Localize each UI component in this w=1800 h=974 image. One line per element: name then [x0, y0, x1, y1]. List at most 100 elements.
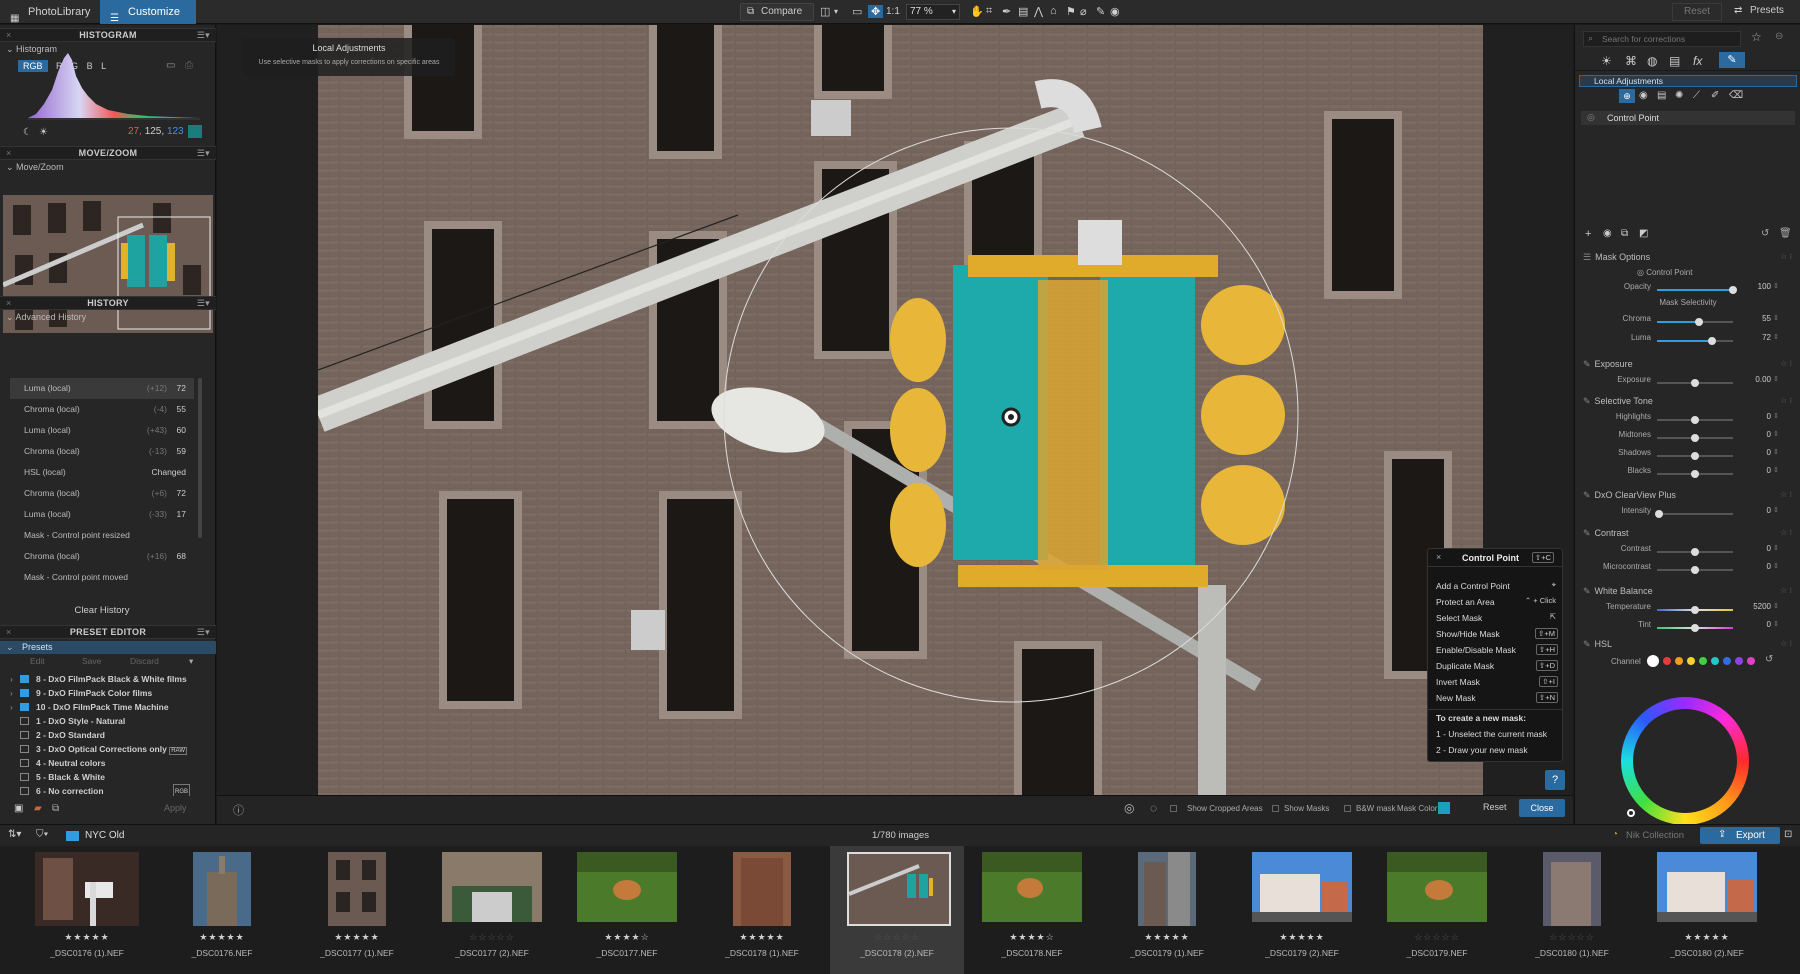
film-thumbnail[interactable]: ★★★★★ _DSC0176 (1).NEF [20, 846, 154, 974]
color-icon[interactable]: ⌘ [1625, 54, 1637, 68]
channel-orange-swatch[interactable] [1675, 657, 1683, 665]
line-tool-icon[interactable]: ⟋ [1693, 90, 1700, 101]
slider-value[interactable]: 55 [1745, 314, 1771, 323]
slider-knob[interactable] [1691, 624, 1699, 632]
popup-row[interactable]: Protect an Area ⌃ + Click [1436, 596, 1558, 607]
slider-value[interactable]: 0 [1745, 544, 1771, 553]
reset-button[interactable]: Reset [1672, 3, 1722, 21]
slider-track[interactable] [1657, 416, 1733, 424]
slider-value[interactable]: 5200 [1745, 602, 1771, 611]
history-subheader[interactable]: ⌄ Advanced History [6, 312, 86, 323]
crop-icon[interactable]: ⌗ [986, 5, 992, 18]
preset-folder-icon[interactable]: ▰ [34, 803, 42, 814]
star-rating[interactable]: ★★★★☆ [560, 932, 694, 943]
tab-photolibrary[interactable]: ▦ PhotoLibrary [0, 0, 100, 24]
film-thumbnail[interactable]: ★★★★★ _DSC0179 (1).NEF [1100, 846, 1234, 974]
apply-button[interactable]: Apply [164, 803, 187, 813]
slider-knob[interactable] [1691, 416, 1699, 424]
pen-tool-icon[interactable]: ✐ [1711, 90, 1719, 101]
duplicate-icon[interactable]: ⧉ [1621, 228, 1628, 239]
history-item[interactable]: Chroma (local) (-4) 55 [10, 399, 194, 420]
add-icon[interactable]: + [1585, 228, 1591, 240]
show-masks-checkbox[interactable] [1272, 805, 1279, 812]
close-button[interactable]: Close [1519, 799, 1565, 817]
stepper-icon[interactable]: ⇕ [1773, 506, 1779, 514]
slider-knob[interactable] [1691, 452, 1699, 460]
contrast-slider[interactable]: Contrast 0 ⇕ [1575, 544, 1800, 561]
eraser-tool-icon[interactable]: ⌫ [1729, 90, 1743, 101]
local-adjustments-tab[interactable]: ✎ [1719, 52, 1745, 68]
popup-row[interactable]: Add a Control Point ⌖ [1436, 580, 1558, 591]
fit-screen-icon[interactable]: ▭ [852, 5, 862, 18]
stepper-icon[interactable]: ⇕ [1773, 333, 1779, 341]
chevron-right-icon[interactable]: › [10, 686, 13, 700]
chevron-right-icon[interactable]: › [10, 672, 13, 686]
popup-row[interactable]: New Mask ⇧+N [1436, 692, 1558, 703]
eye-icon[interactable]: ◉ [1110, 5, 1120, 18]
star-rating[interactable]: ★★★★★ [1100, 932, 1234, 943]
channel-blue-swatch[interactable] [1723, 657, 1731, 665]
geometry-icon[interactable]: ▤ [1669, 54, 1680, 68]
history-item[interactable]: Mask - Control point moved [10, 567, 194, 588]
hsl-header[interactable]: ✎ HSL [1583, 639, 1612, 650]
stepper-icon[interactable]: ⇕ [1773, 412, 1779, 420]
menu-icon[interactable]: ☰▾ [197, 626, 210, 638]
sun-icon[interactable]: ☀ [39, 127, 48, 138]
film-thumbnail-selected[interactable]: ☆☆☆☆☆ _DSC0178 (2).NEF [830, 846, 964, 974]
luma-slider[interactable]: Luma 72 ⇕ [1575, 333, 1800, 350]
popup-row[interactable]: Show/Hide Mask ⇧+M [1436, 628, 1558, 639]
horizon-icon[interactable]: ▤ [1018, 5, 1028, 18]
intensity-slider[interactable]: Intensity 0 ⇕ [1575, 506, 1800, 523]
white-balance-header[interactable]: ✎ White Balance [1583, 586, 1653, 597]
moon-icon[interactable]: ☾ [23, 127, 32, 138]
flag-icon[interactable]: ⚑ [1066, 5, 1076, 18]
slider-knob[interactable] [1691, 470, 1699, 478]
shadows-slider[interactable]: Shadows 0 ⇕ [1575, 448, 1800, 465]
slider-track[interactable] [1657, 452, 1733, 460]
clear-history-button[interactable]: Clear History [10, 602, 194, 620]
slider-track[interactable] [1657, 379, 1733, 387]
film-thumbnail[interactable]: ☆☆☆☆☆ _DSC0179.NEF [1370, 846, 1504, 974]
film-thumbnail[interactable]: ★★★★★ _DSC0177 (1).NEF [290, 846, 424, 974]
slider-value[interactable]: 0 [1745, 506, 1771, 515]
stepper-icon[interactable]: ⇕ [1773, 282, 1779, 290]
close-icon[interactable]: × [6, 29, 12, 41]
history-item[interactable]: Mask - Control point resized [10, 525, 194, 546]
mask-list-item[interactable]: ◎ Control Point [1581, 111, 1795, 125]
preset-item[interactable]: 5 - Black & White [10, 770, 200, 784]
film-thumbnail[interactable]: ★★★★★ _DSC0178 (1).NEF [695, 846, 829, 974]
auto-mask-icon[interactable]: ✺ [1675, 90, 1683, 101]
midtones-slider[interactable]: Midtones 0 ⇕ [1575, 430, 1800, 447]
toggle-icon[interactable]: ⊖ [1775, 31, 1783, 42]
channel-all-swatch[interactable] [1647, 655, 1659, 667]
help-button[interactable]: ? [1545, 770, 1565, 790]
chroma-slider[interactable]: Chroma 55 ⇕ [1575, 314, 1800, 331]
star-icon[interactable]: ☆ ⁝ [1780, 586, 1792, 595]
stepper-icon[interactable]: ⇕ [1773, 448, 1779, 456]
star-rating[interactable]: ★★★★★ [290, 932, 424, 943]
slider-knob[interactable] [1691, 379, 1699, 387]
trash-icon[interactable]: 🗑 [1779, 228, 1792, 239]
discard-button[interactable]: Discard [130, 656, 159, 666]
preset-editor-panel-header[interactable]: × PRESET EDITOR ☰▾ [0, 625, 216, 639]
star-icon[interactable]: ☆ ⁝ [1780, 528, 1792, 537]
visibility-icon[interactable]: ◉ [1603, 228, 1612, 239]
film-thumbnail[interactable]: ★★★★☆ _DSC0178.NEF [965, 846, 1099, 974]
export-button[interactable]: ⇪ Export [1700, 827, 1780, 844]
nik-collection-button[interactable]: Nik Collection [1626, 830, 1684, 841]
close-icon[interactable]: × [6, 626, 12, 638]
popup-row[interactable]: Invert Mask ⇧+I [1436, 676, 1558, 687]
preset-item[interactable]: › 9 - DxO FilmPack Color films [10, 686, 200, 700]
preset-new-icon[interactable]: ▣ [14, 803, 23, 814]
stepper-icon[interactable]: ⇕ [1773, 620, 1779, 628]
star-icon[interactable]: ☆ ⁝ [1780, 359, 1792, 368]
photo-canvas[interactable] [318, 25, 1483, 795]
film-thumbnail[interactable]: ☆☆☆☆☆ _DSC0180 (1).NEF [1505, 846, 1639, 974]
edit-button[interactable]: Edit [30, 656, 45, 666]
detail-icon[interactable]: ◍ [1647, 54, 1657, 68]
zoom-select[interactable]: 77 % ▾ [906, 4, 960, 20]
star-icon[interactable]: ☆ ⁝ [1780, 490, 1792, 499]
slider-knob[interactable] [1691, 434, 1699, 442]
film-thumbnail[interactable]: ★★★★☆ _DSC0177.NEF [560, 846, 694, 974]
channel-cyan-swatch[interactable] [1711, 657, 1719, 665]
